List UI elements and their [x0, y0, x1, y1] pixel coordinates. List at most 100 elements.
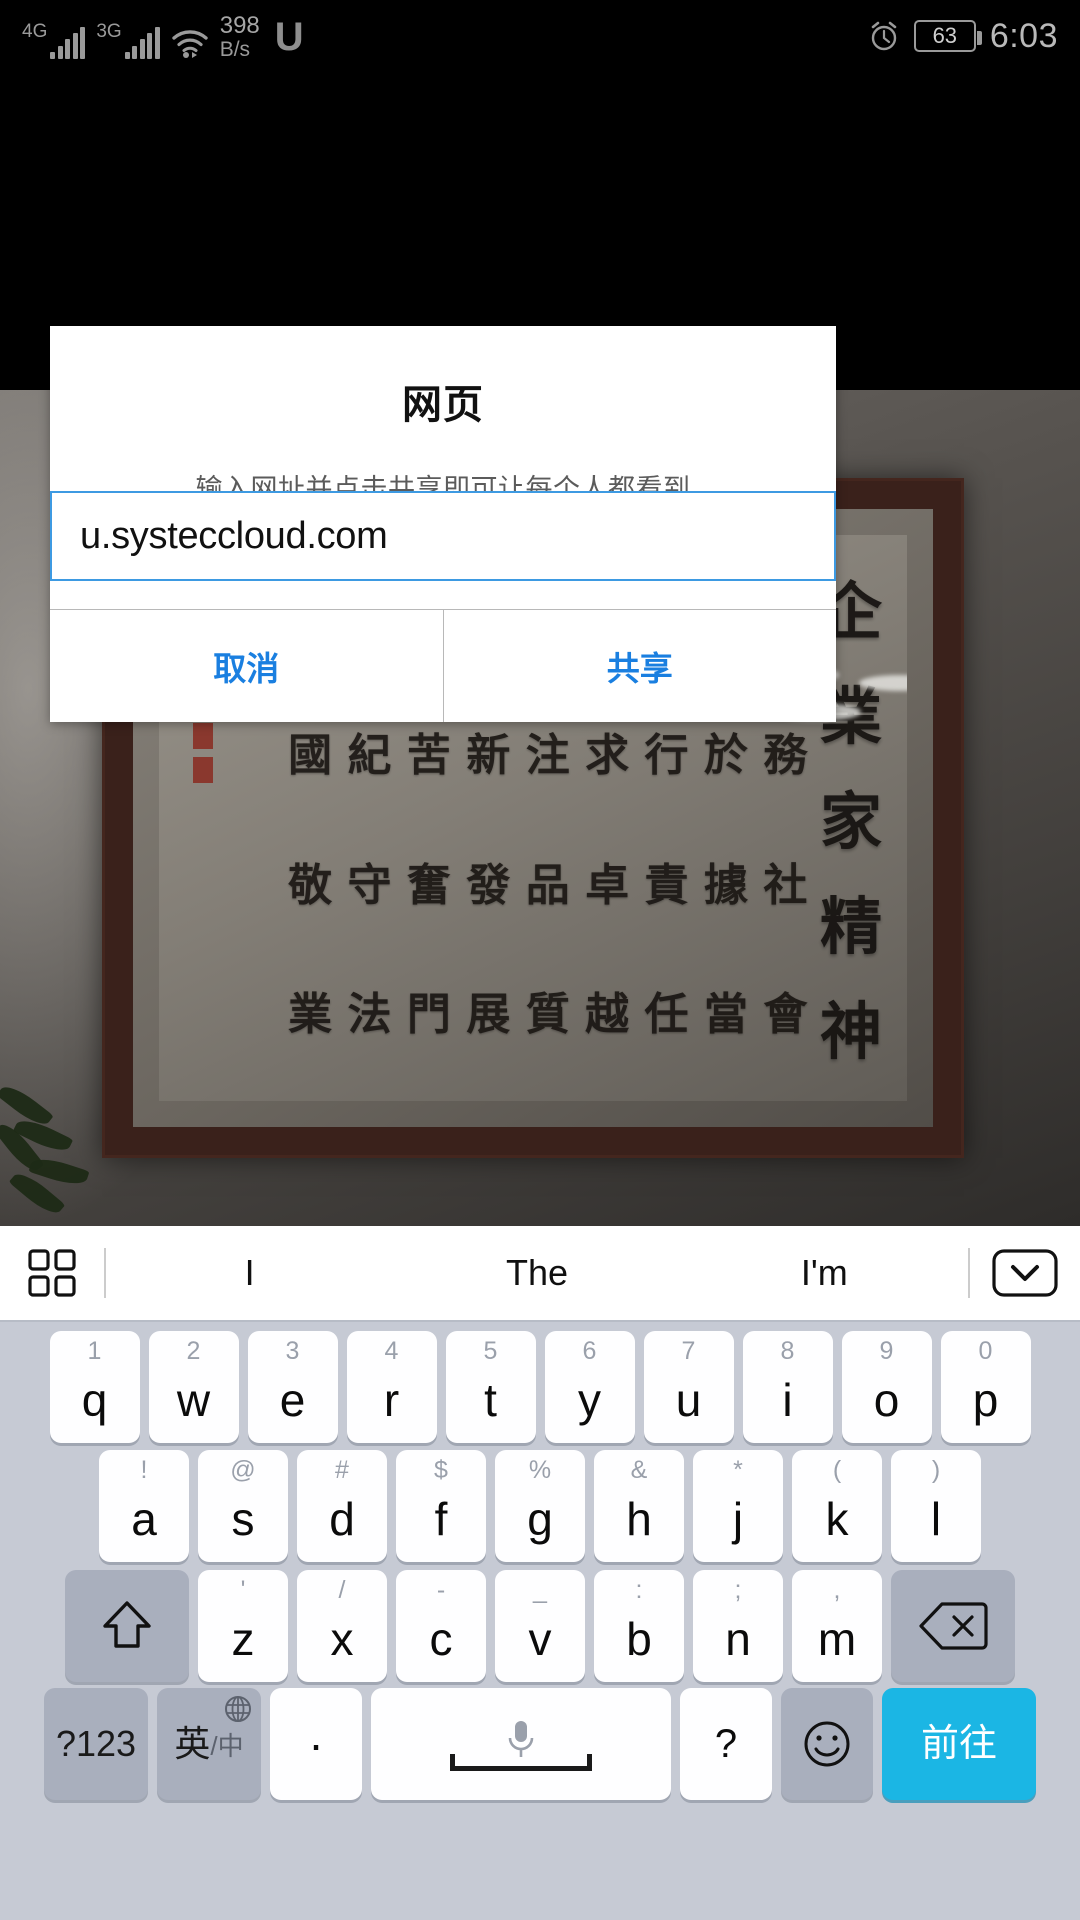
status-bar-right: 63 6:03: [868, 17, 1058, 56]
cancel-button[interactable]: 取消: [50, 610, 443, 722]
key-w[interactable]: 2w: [148, 1331, 239, 1443]
key-label-t: t: [484, 1374, 497, 1426]
collapse-keyboard-icon[interactable]: [970, 1249, 1080, 1297]
key-j[interactable]: * j: [693, 1450, 783, 1562]
key-r[interactable]: 4r: [346, 1331, 437, 1443]
key-f[interactable]: $ f: [396, 1450, 486, 1562]
key-y[interactable]: 6y: [544, 1331, 635, 1443]
key-hint-b: :: [635, 1576, 643, 1604]
calligraphy-char: 神: [819, 995, 882, 1069]
key-hint-c: -: [436, 1576, 446, 1604]
key-label-i: i: [782, 1374, 793, 1426]
key-label-l: l: [930, 1493, 942, 1545]
battery-icon: 63: [913, 20, 982, 52]
key-hint-f: $: [434, 1456, 448, 1484]
key-label-z: z: [231, 1613, 255, 1665]
key-k[interactable]: (k: [792, 1450, 882, 1562]
go-key[interactable]: 前往: [882, 1688, 1036, 1800]
key-hint-p: 0: [978, 1337, 993, 1365]
key-i[interactable]: 8i: [742, 1331, 833, 1443]
calligraphy-char: [221, 816, 280, 946]
key-n[interactable]: ; n: [693, 1570, 783, 1682]
suggestion-item-1[interactable]: The: [393, 1252, 680, 1294]
shift-icon[interactable]: [65, 1570, 189, 1682]
key-q[interactable]: 1q: [49, 1331, 140, 1443]
suggestion-item-2[interactable]: I'm: [681, 1252, 968, 1294]
signal-4g-icon: 4G: [22, 21, 86, 59]
key-v[interactable]: _ v: [495, 1570, 585, 1682]
key-hint-e: 3: [285, 1337, 300, 1365]
key-o[interactable]: 9o: [841, 1331, 932, 1443]
question-mark-key[interactable]: ?: [680, 1688, 772, 1800]
keyboard-row-3-letters: ' z / x - c _ v: b; n, m: [198, 1570, 882, 1682]
key-label-u: u: [675, 1374, 702, 1426]
key-x[interactable]: / x: [297, 1570, 387, 1682]
key-hint-m: ,: [833, 1576, 841, 1604]
key-e[interactable]: 3e: [247, 1331, 338, 1443]
symbols-key[interactable]: ?123: [44, 1688, 148, 1800]
key-hint-h: &: [630, 1456, 648, 1484]
calligraphy-char: 發: [466, 859, 511, 911]
question-key-label: ?: [714, 1722, 738, 1766]
key-a[interactable]: ! a: [99, 1450, 189, 1562]
signal-4g-label: 4G: [22, 21, 48, 42]
key-hint-n: ;: [734, 1576, 742, 1604]
period-key[interactable]: ·: [270, 1688, 362, 1800]
key-m[interactable]: ,m: [792, 1570, 882, 1682]
period-key-label: ·: [308, 1718, 324, 1770]
suggestion-item-0[interactable]: I: [106, 1252, 393, 1294]
calligraphy-char: 任: [644, 989, 689, 1041]
key-hint-r: 4: [384, 1337, 399, 1365]
key-label-y: y: [578, 1374, 601, 1426]
language-switch-key[interactable]: 英/中: [157, 1688, 261, 1800]
calligraphy-char: [221, 946, 280, 1076]
key-b[interactable]: :b: [594, 1570, 684, 1682]
key-g[interactable]: % g: [495, 1450, 585, 1562]
key-label-c: c: [429, 1613, 453, 1665]
key-d[interactable]: # d: [297, 1450, 387, 1562]
url-input-field[interactable]: [50, 491, 836, 581]
space-bar-line: [450, 1753, 592, 1771]
plant-leaves: [0, 1066, 140, 1226]
calligraphy-char: 當: [703, 989, 748, 1041]
key-c[interactable]: -c: [396, 1570, 486, 1682]
key-p[interactable]: 0p: [940, 1331, 1031, 1443]
battery-percent: 63: [932, 23, 958, 48]
space-key[interactable]: [371, 1688, 671, 1800]
key-label-s: s: [231, 1493, 255, 1545]
status-bar-clock: 6:03: [989, 16, 1058, 55]
key-l[interactable]: ) l: [891, 1450, 981, 1562]
key-t[interactable]: 5t: [445, 1331, 536, 1443]
calligraphy-char: 卓: [585, 859, 630, 911]
key-label-g: g: [527, 1493, 553, 1545]
network-speed-unit: B/s: [219, 38, 251, 61]
key-h[interactable]: & h: [594, 1450, 684, 1562]
key-label-e: e: [279, 1374, 306, 1426]
status-bar-left: 4G 3G 398 B/s U: [22, 13, 304, 61]
key-label-v: v: [528, 1613, 552, 1665]
key-label-x: x: [330, 1613, 354, 1665]
calligraphy-char: 法: [347, 989, 392, 1041]
keyboard-row-3: ' z / x - c _ v: b; n, m: [0, 1566, 1080, 1686]
emoji-smiley-icon[interactable]: [781, 1688, 873, 1800]
signal-3g-label: 3G: [96, 21, 122, 42]
keyboard-row-1: 1q2w3e4r5t6y7u8i9o0p: [0, 1322, 1080, 1446]
key-label-o: o: [873, 1374, 900, 1426]
calligraphy-char: 業: [288, 989, 333, 1041]
key-s[interactable]: @ s: [198, 1450, 288, 1562]
language-key-label: 英: [174, 1723, 211, 1764]
calligraphy-char: 據: [703, 859, 748, 911]
key-z[interactable]: ' z: [198, 1570, 288, 1682]
microphone-icon: [508, 1720, 534, 1757]
key-u[interactable]: 7u: [643, 1331, 734, 1443]
calligraphy-char: 奮: [406, 859, 451, 911]
key-hint-s: @: [230, 1456, 256, 1484]
backspace-icon[interactable]: [891, 1570, 1015, 1682]
grid-icon[interactable]: [0, 1247, 104, 1299]
u-icon: U: [274, 15, 304, 59]
calligraphy-char: 責: [644, 859, 689, 911]
url-input[interactable]: [52, 514, 834, 558]
webpage-share-dialog: 网页 输入网址并点击共享即可让每个人都看到 取消 共享: [50, 326, 836, 722]
share-button[interactable]: 共享: [442, 610, 836, 722]
calligraphy-char: 會: [763, 989, 808, 1041]
